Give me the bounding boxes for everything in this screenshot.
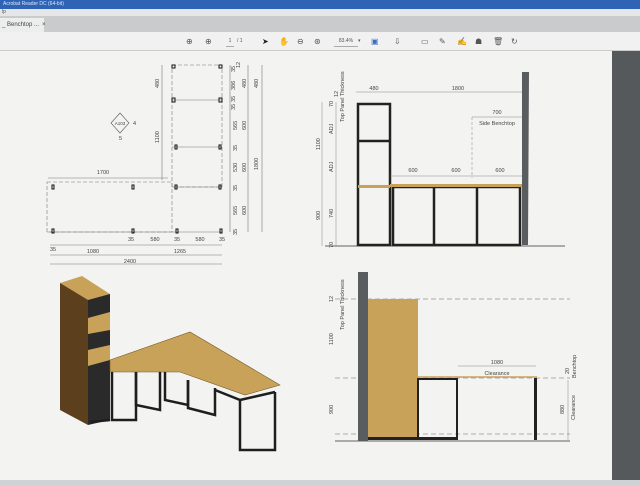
dim-900: 900 [329,405,335,414]
dim-1080: 1080 [87,249,99,255]
dim-740: 740 [329,209,335,218]
select-cursor-icon[interactable]: ➤ [262,36,269,47]
page-up-icon[interactable]: ⊕ [186,36,193,47]
dim-chain: 35 [231,104,237,110]
dim-1800: 1800 [452,86,464,92]
pencil-icon[interactable]: ✎ [439,36,446,47]
rotate-icon[interactable]: ↻ [511,36,518,47]
scroll-panel[interactable] [612,51,640,480]
dim-sub: 600 [242,121,248,130]
dim-1100: 1100 [329,333,335,345]
top-panel-label: Top Panel Thickness [340,71,346,122]
dim-480-total: 480 [254,79,260,88]
dim-20: 20 [565,368,571,374]
dim-chain: 386 [231,81,237,90]
dim-sub: 480 [242,79,248,88]
pdf-page: A103 4 5 480 1100 1700 35 386 35 12 35 5… [0,51,612,480]
dim-sub: 600 [242,163,248,172]
drawing-sheet: A103 4 5 480 1100 1700 35 386 35 12 35 5… [46,62,578,452]
title-bar: Acrobat Reader DC (64-bit) [0,0,640,9]
toolbar: ⊕ ⊕ 1 / 1 ➤ ✋ ⊖ ⊛ 83.4% ▾ ▣ ⇩ ▭ ✎ ✍ ☗ 🗑 … [0,32,640,51]
hand-icon[interactable]: ✋ [279,36,289,47]
menu-bar: lp [0,9,640,16]
section-marker: A103 [115,121,126,126]
dim-70-top: 70 [329,101,335,107]
dim-1080: 1080 [491,360,503,366]
dim-70: 70 [329,242,335,248]
dim-1100: 1100 [155,131,161,143]
plan-dimensions: A103 4 5 480 1100 1700 35 386 35 12 35 5… [50,62,260,265]
dim-480: 480 [155,79,161,88]
dim-bottom: 35 [128,237,134,243]
dim-adj: ADJ [329,123,335,134]
dim-chain: 35 [233,145,239,151]
plan-view [46,64,263,265]
dim-900: 900 [316,211,322,220]
clearance-side-label: Clearance [571,395,577,420]
trash-icon[interactable]: 🗑 [493,36,503,47]
close-tab-icon[interactable]: × [42,22,46,28]
dim-1100: 1100 [316,138,322,150]
zoom-out-icon[interactable]: ⊖ [297,36,304,47]
dim-chain: 35 [233,229,239,235]
dim-bay: 600 [408,168,417,174]
menu-help[interactable]: lp [2,9,6,15]
dim-12: 12 [329,296,335,302]
top-panel-label: Top Panel Thickness [340,279,346,330]
dim-1265: 1265 [174,249,186,255]
dim-chain: 530 [233,163,239,172]
stamp-icon[interactable]: ☗ [475,36,482,47]
page-total: / 1 [237,38,243,44]
dim-chain: 35 [231,96,237,102]
tab-document[interactable]: _ Benchtop ... × [0,18,46,32]
page-number-input[interactable]: 1 [226,36,234,47]
dim-2400: 2400 [124,259,136,265]
window-title: Acrobat Reader DC (64-bit) [3,1,64,7]
page-fit-icon[interactable]: ▣ [371,36,379,47]
clearance-label: Clearance [484,371,509,377]
dim-bay: 600 [451,168,460,174]
dim-adj: ADJ [329,161,335,172]
dim-bottom: 35 [174,237,180,243]
zoom-in-icon[interactable]: ⊛ [314,36,321,47]
dim-sub: 600 [242,206,248,215]
dim-880: 880 [560,405,566,414]
dim-1800: 1800 [254,158,260,170]
zoom-level-input[interactable]: 83.4% [334,36,358,47]
page-down-icon[interactable]: ⊕ [205,36,212,47]
dim-bay: 600 [495,168,504,174]
dim-chain: 12 [236,62,242,68]
dim-700: 700 [492,110,501,116]
dim-480: 480 [369,86,378,92]
benchtop-label: Benchtop [572,355,578,378]
sign-icon[interactable]: ✍ [457,36,467,47]
marker-left: 4 [133,121,136,127]
dim-bottom: 35 [219,237,225,243]
dim-bottom: 580 [195,237,204,243]
comment-icon[interactable]: ▭ [421,36,429,47]
tab-label: _ Benchtop ... [2,22,40,28]
dim-bottom: 580 [150,237,159,243]
dim-chain: 35 [233,185,239,191]
marker-bottom: 5 [119,136,122,142]
front-elevation: Top Panel Thickness 12 70 ADJ ADJ 1100 9… [316,71,565,248]
dim-chain: 565 [233,121,239,130]
dim-chain: 565 [233,206,239,215]
zoom-dropdown-icon[interactable]: ▾ [358,36,361,47]
dim-1700: 1700 [97,170,109,176]
isometric-view [60,276,281,452]
scroll-mode-icon[interactable]: ⇩ [394,36,401,47]
side-elevation: Top Panel Thickness 12 1100 900 1080 Cle… [329,272,578,442]
dim-12: 12 [334,91,340,97]
dim-35: 35 [50,247,56,253]
tab-bar: _ Benchtop ... × [0,16,640,32]
side-benchtop-label: Side Benchtop [479,121,515,127]
document-area[interactable]: A103 4 5 480 1100 1700 35 386 35 12 35 5… [0,51,640,480]
